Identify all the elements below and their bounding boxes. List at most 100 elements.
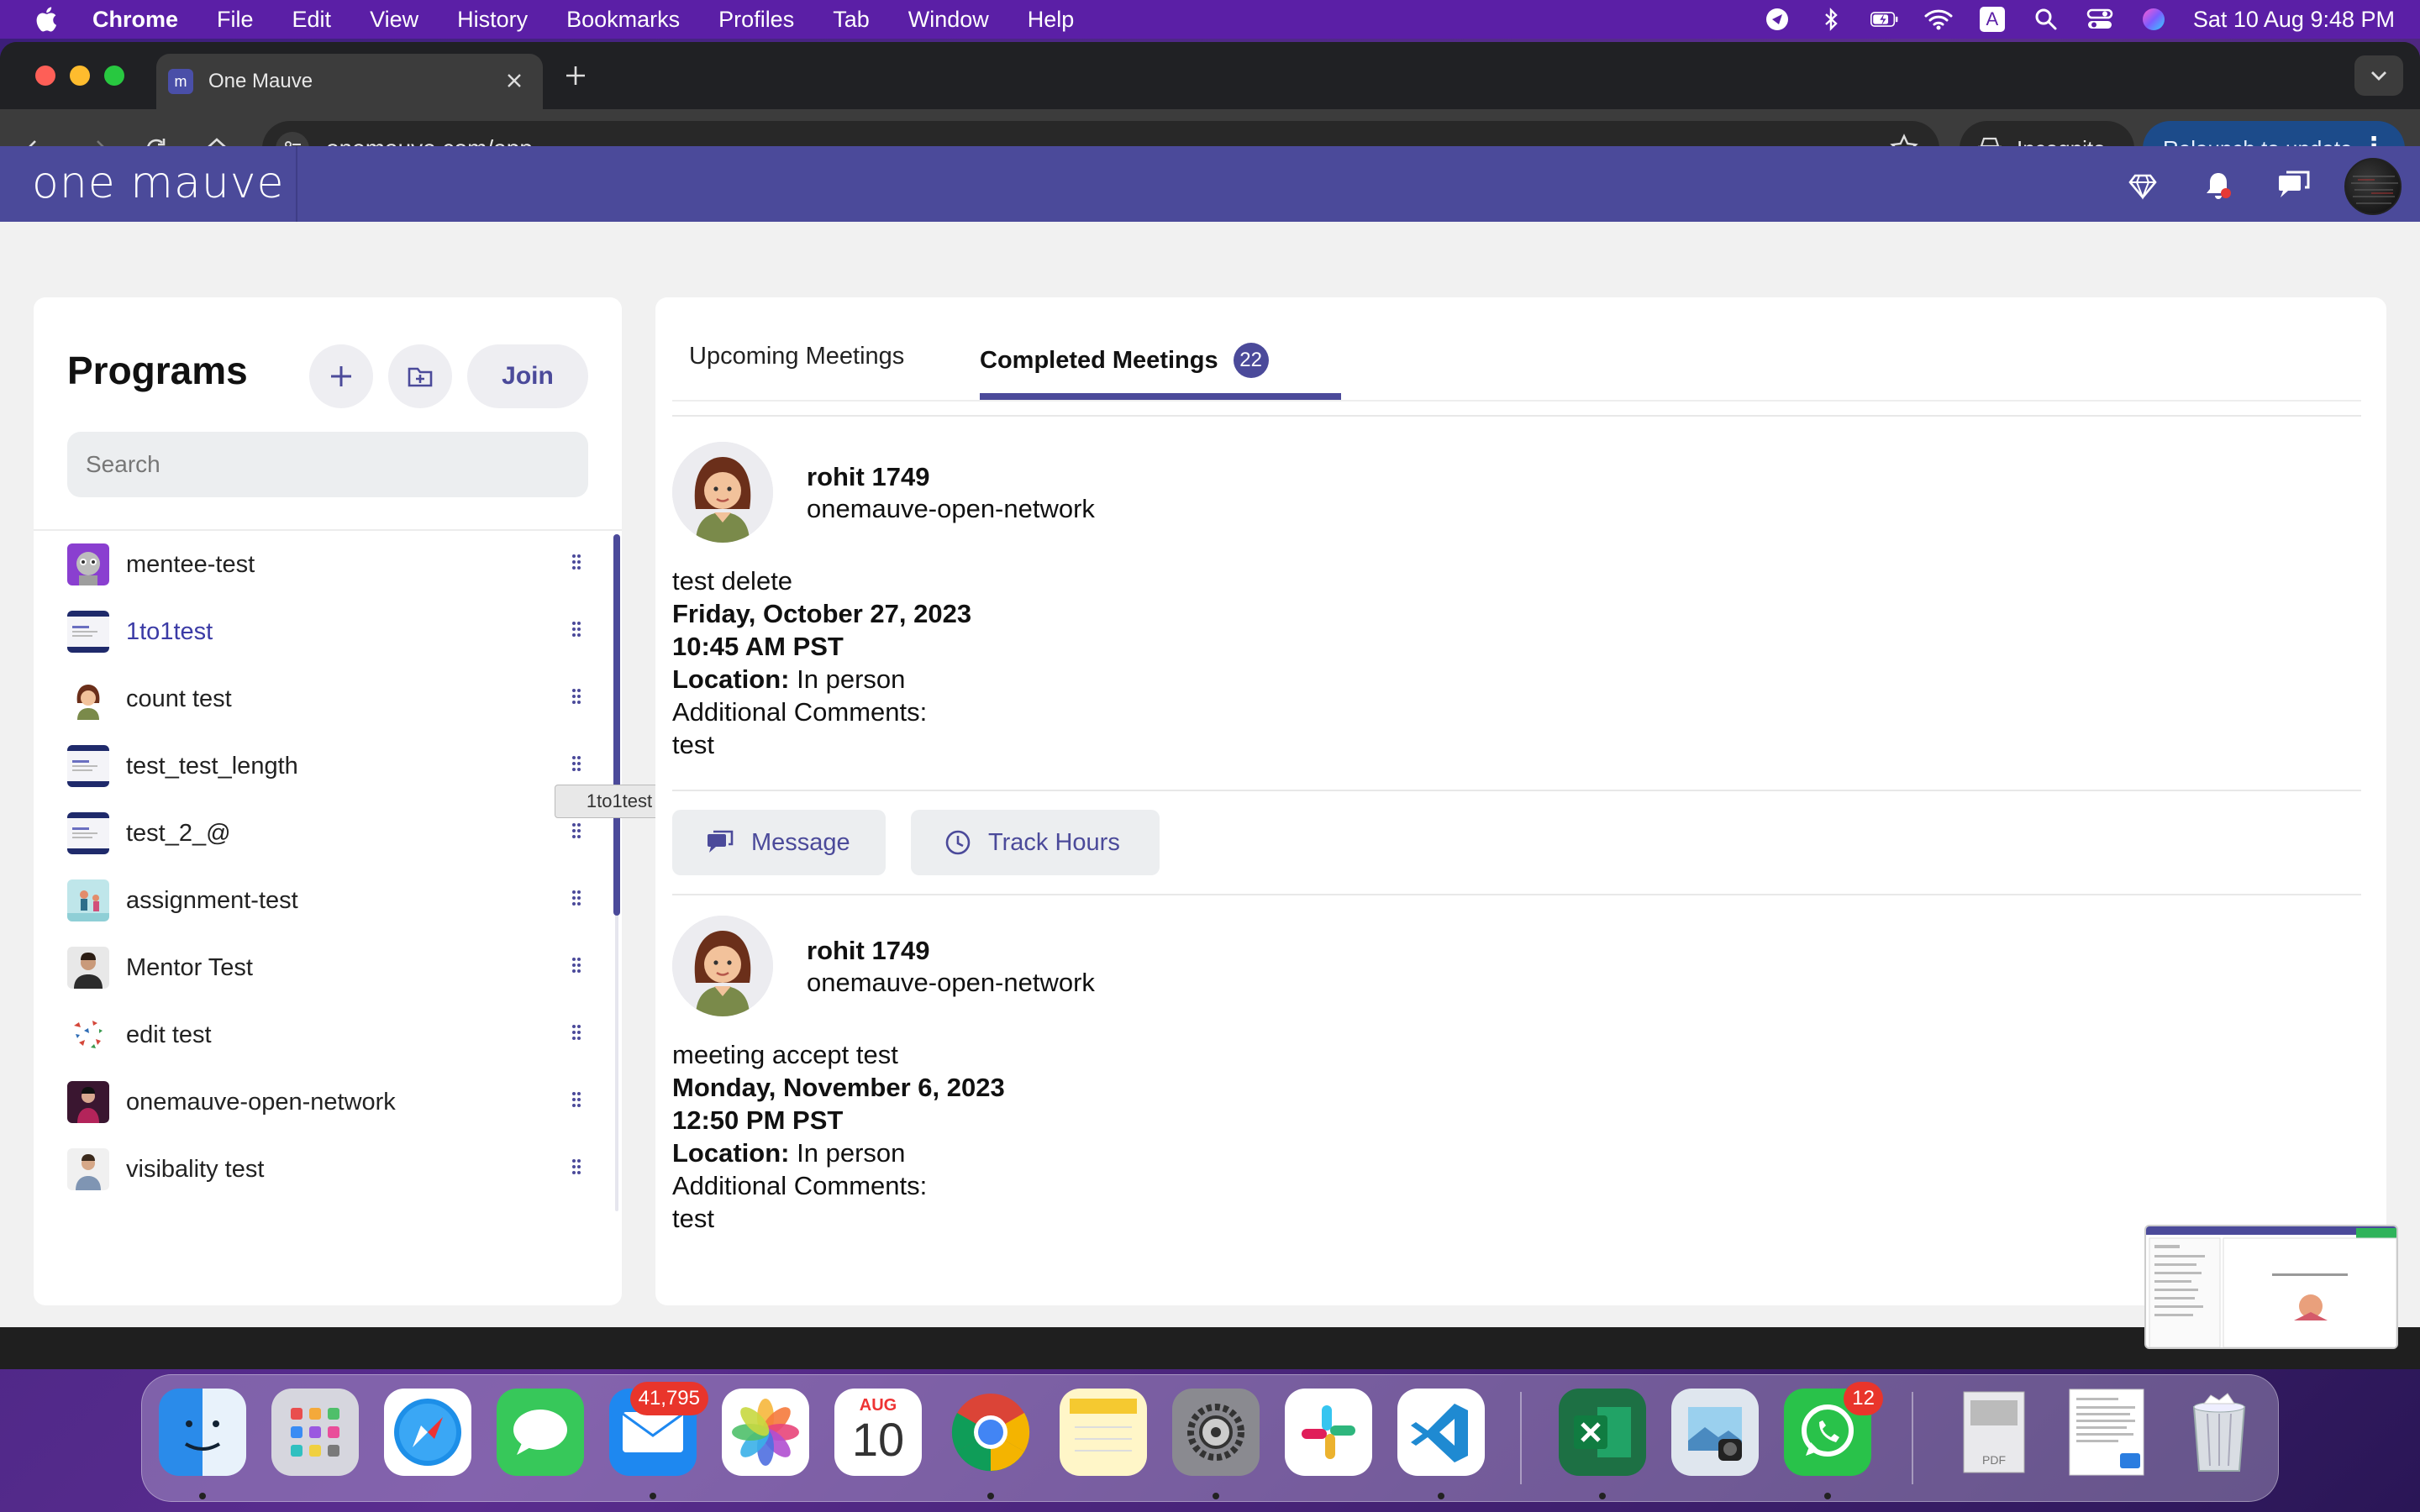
- drag-handle-icon[interactable]: [571, 687, 581, 711]
- vscode-icon[interactable]: [1397, 1389, 1485, 1476]
- dock-separator: [1912, 1392, 1913, 1484]
- whatsapp-icon[interactable]: 12: [1784, 1382, 1883, 1476]
- add-program-button[interactable]: [309, 344, 373, 408]
- meeting-comments: test: [672, 730, 714, 759]
- apple-icon[interactable]: [34, 5, 62, 34]
- program-item-assignment-test[interactable]: assignment-test: [34, 867, 622, 934]
- message-label: Message: [751, 828, 850, 856]
- program-item-mentee-test[interactable]: mentee-test: [34, 531, 622, 598]
- program-name: test_test_length: [126, 752, 298, 780]
- drag-handle-icon[interactable]: [571, 1023, 581, 1047]
- settings-running-indicator: [1213, 1493, 1219, 1499]
- screenshot-thumbnail[interactable]: [2144, 1225, 2398, 1349]
- notes-icon[interactable]: [1060, 1389, 1147, 1476]
- menu-view[interactable]: View: [370, 7, 418, 33]
- zoom-window-button[interactable]: [104, 66, 124, 86]
- control-center-icon[interactable]: [2086, 7, 2114, 32]
- drag-handle-icon[interactable]: [571, 754, 581, 778]
- trash-icon[interactable]: [2175, 1389, 2263, 1476]
- program-list-scrollbar[interactable]: [613, 534, 620, 916]
- participant-name: rohit 1749: [807, 936, 930, 965]
- program-name: assignment-test: [126, 886, 298, 914]
- siri-icon[interactable]: [2139, 7, 2168, 32]
- menu-tab[interactable]: Tab: [833, 7, 870, 33]
- menu-app-name[interactable]: Chrome: [92, 7, 178, 33]
- battery-icon[interactable]: [1870, 7, 1899, 32]
- drag-handle-icon[interactable]: [571, 956, 581, 979]
- menu-file[interactable]: File: [217, 7, 254, 33]
- meeting-time: 12:50 PM PST: [672, 1105, 844, 1135]
- close-window-button[interactable]: [35, 66, 55, 86]
- launchpad-icon[interactable]: [271, 1389, 359, 1476]
- add-folder-button[interactable]: [388, 344, 452, 408]
- calendar-day: 10: [851, 1412, 905, 1466]
- diamond-icon[interactable]: [2118, 161, 2168, 212]
- meeting-location: In person: [797, 664, 906, 694]
- user-avatar[interactable]: [2344, 158, 2402, 215]
- chrome-icon[interactable]: [947, 1389, 1034, 1476]
- menubar-datetime[interactable]: Sat 10 Aug 9:48 PM: [2193, 7, 2395, 33]
- program-item-mentor-test[interactable]: Mentor Test: [34, 934, 622, 1001]
- excel-icon[interactable]: [1559, 1389, 1646, 1476]
- close-tab-icon[interactable]: [502, 69, 526, 92]
- tab-search-button[interactable]: [2354, 55, 2403, 96]
- tab-completed-meetings[interactable]: Completed Meetings 22: [980, 343, 1269, 378]
- finder-icon[interactable]: [159, 1389, 246, 1476]
- meetings-tabs: Upcoming Meetings Completed Meetings 22: [672, 297, 2361, 402]
- program-item-onemauve-open-network[interactable]: onemauve-open-network: [34, 1068, 622, 1136]
- program-item-test-2[interactable]: test_2_@: [34, 800, 622, 867]
- program-item-visibality-test[interactable]: visibality test: [34, 1136, 622, 1203]
- drag-handle-icon[interactable]: [571, 889, 581, 912]
- message-button[interactable]: Message: [672, 810, 886, 875]
- bluetooth-icon[interactable]: [1817, 7, 1845, 32]
- program-item-count-test[interactable]: count test: [34, 665, 622, 732]
- drag-handle-icon[interactable]: [571, 822, 581, 845]
- drag-handle-icon[interactable]: [571, 1158, 581, 1181]
- spotlight-icon[interactable]: [2032, 7, 2060, 32]
- program-item-1to1test[interactable]: 1to1test: [34, 598, 622, 665]
- drag-handle-icon[interactable]: [571, 553, 581, 576]
- photos-icon[interactable]: [722, 1389, 809, 1476]
- wifi-icon[interactable]: [1924, 7, 1953, 32]
- slack-icon[interactable]: [1285, 1389, 1372, 1476]
- menu-help[interactable]: Help: [1028, 7, 1075, 33]
- mail-running-indicator: [650, 1493, 656, 1499]
- program-name: Mentor Test: [126, 953, 253, 981]
- minimize-window-button[interactable]: [70, 66, 90, 86]
- app-logo[interactable]: one mauve: [32, 158, 285, 208]
- input-source-icon[interactable]: A: [1978, 7, 2007, 32]
- notification-bell-icon[interactable]: [2193, 161, 2244, 212]
- browser-tab-active[interactable]: m One Mauve: [156, 54, 543, 109]
- menu-window[interactable]: Window: [908, 7, 989, 33]
- drag-handle-icon[interactable]: [571, 620, 581, 643]
- program-item-test-test-length[interactable]: test_test_length: [34, 732, 622, 800]
- preview-icon[interactable]: [1671, 1389, 1759, 1476]
- system-settings-icon[interactable]: [1172, 1389, 1260, 1476]
- menu-history[interactable]: History: [457, 7, 528, 33]
- messages-icon[interactable]: [497, 1389, 584, 1476]
- mail-icon[interactable]: 41,795: [609, 1382, 708, 1476]
- menu-profiles[interactable]: Profiles: [718, 7, 794, 33]
- program-thumbnail: [67, 543, 109, 585]
- chat-icon[interactable]: [2269, 161, 2319, 212]
- join-button[interactable]: Join: [467, 344, 588, 408]
- track-hours-button[interactable]: Track Hours: [911, 810, 1160, 875]
- safari-icon[interactable]: [384, 1389, 471, 1476]
- tab-upcoming-meetings[interactable]: Upcoming Meetings: [689, 343, 904, 370]
- tab-strip: m One Mauve: [0, 42, 2420, 109]
- location-label: Location:: [672, 1138, 790, 1168]
- menu-bookmarks[interactable]: Bookmarks: [566, 7, 680, 33]
- active-tab-indicator: [980, 393, 1341, 400]
- focus-icon[interactable]: [1763, 7, 1791, 32]
- pdf-document-icon[interactable]: PDF: [1950, 1389, 2038, 1476]
- new-tab-button[interactable]: [565, 64, 587, 89]
- message-icon: [708, 830, 734, 853]
- drag-handle-icon[interactable]: [571, 1090, 581, 1114]
- calendar-icon[interactable]: AUG 10: [834, 1389, 922, 1476]
- document-stack-icon[interactable]: [2063, 1389, 2150, 1476]
- participant-avatar[interactable]: [672, 442, 773, 543]
- menu-edit[interactable]: Edit: [292, 7, 332, 33]
- program-item-edit-test[interactable]: edit test: [34, 1001, 622, 1068]
- programs-search-input[interactable]: [67, 432, 588, 497]
- participant-avatar[interactable]: [672, 916, 773, 1016]
